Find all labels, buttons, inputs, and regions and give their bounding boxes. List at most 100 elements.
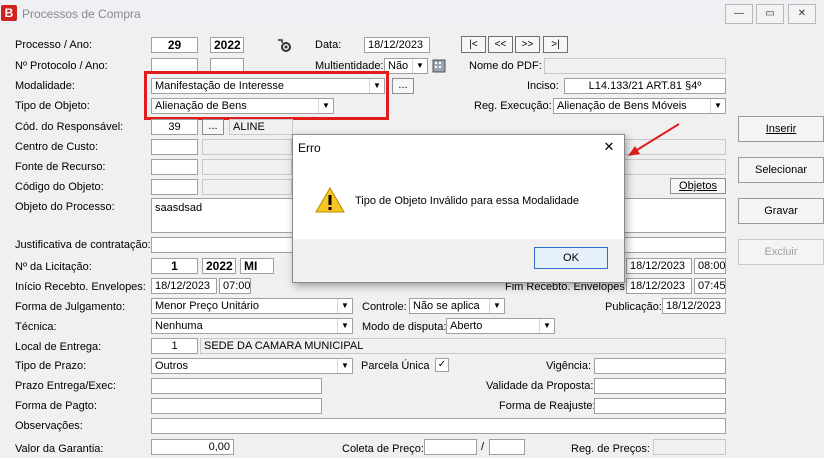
forma-reajuste-field[interactable]: [594, 398, 726, 414]
inserir-button[interactable]: Inserir: [738, 116, 824, 142]
maximize-button[interactable]: ▭: [756, 4, 784, 24]
controle-label: Controle:: [362, 301, 407, 313]
nome-pdf-field: [544, 58, 726, 74]
objeto-processo-label: Objeto do Processo:: [15, 201, 115, 213]
local-entrega-name-field: SEDE DA CAMARA MUNICIPAL: [200, 338, 726, 354]
prazo-entrega-label: Prazo Entrega/Exec:: [15, 380, 116, 392]
parcela-unica-checkbox[interactable]: ✓: [435, 358, 449, 372]
codigo-objeto-field[interactable]: [151, 179, 198, 195]
highlight-box: [144, 71, 389, 120]
chevron-down-icon: ▼: [710, 99, 725, 113]
inicio-receb-label: Início Recebto. Envelopes:: [15, 281, 146, 293]
coleta-preco-label: Coleta de Preço:: [342, 443, 424, 455]
data-label: Data:: [315, 39, 342, 51]
modalidade-label: Modalidade:: [15, 80, 75, 92]
chevron-down-icon: ▼: [539, 319, 554, 333]
processo-number-field[interactable]: 29: [151, 37, 198, 53]
dialog-title-bar: [293, 135, 624, 159]
first-record-button[interactable]: |<: [461, 36, 486, 53]
window-title: Processos de Compra: [22, 7, 141, 21]
chevron-down-icon: ▼: [337, 319, 352, 333]
centro-custo-label: Centro de Custo:: [15, 141, 99, 153]
inicio-receb-time-field[interactable]: 07:00: [219, 278, 251, 294]
inicio-receb-date-field[interactable]: 18/12/2023: [151, 278, 217, 294]
modo-disputa-label: Modo de disputa:: [362, 321, 447, 333]
processo-label: Processo / Ano:: [15, 39, 93, 51]
selecionar-button[interactable]: Selecionar: [738, 157, 824, 183]
modo-disputa-select[interactable]: Aberto ▼: [446, 318, 555, 334]
valor-garantia-field[interactable]: 0,00: [151, 439, 234, 455]
vigencia-field[interactable]: [594, 358, 726, 374]
coleta-preco-field-1[interactable]: [424, 439, 477, 455]
chevron-down-icon: ▼: [412, 59, 427, 73]
multientidade-select[interactable]: Não ▼: [384, 58, 428, 74]
forma-julgamento-label: Forma de Julgamento:: [15, 301, 126, 313]
nome-pdf-label: Nome do PDF:: [469, 60, 542, 72]
reg-precos-label: Reg. de Preços:: [571, 443, 650, 455]
valor-garantia-label: Valor da Garantia:: [15, 443, 104, 455]
error-dialog: Erro ✕ Tipo de Objeto Inválido para essa…: [292, 134, 625, 283]
validade-proposta-field[interactable]: [594, 378, 726, 394]
responsavel-more-button[interactable]: ...: [202, 119, 224, 135]
prazo-entrega-field[interactable]: [151, 378, 322, 394]
publicacao-field[interactable]: 18/12/2023: [662, 298, 726, 314]
processo-year-field[interactable]: 2022: [210, 37, 244, 53]
chevron-down-icon: ▼: [337, 359, 352, 373]
tecnica-label: Técnica:: [15, 321, 57, 333]
abertura-time-field[interactable]: 08:00: [694, 258, 726, 274]
abertura-date-field[interactable]: 18/12/2023: [626, 258, 692, 274]
publicacao-label: Publicação:: [605, 301, 662, 313]
observacoes-label: Observações:: [15, 420, 83, 432]
next-record-button[interactable]: >>: [515, 36, 540, 53]
modalidade-more-button[interactable]: ...: [392, 78, 414, 94]
chevron-down-icon: ▼: [489, 299, 504, 313]
app-logo-icon: B: [1, 5, 17, 21]
last-record-button[interactable]: >|: [543, 36, 568, 53]
cod-responsavel-label: Cód. do Responsável:: [15, 121, 124, 133]
controle-select[interactable]: Não se aplica ▼: [409, 298, 505, 314]
local-entrega-label: Local de Entrega:: [15, 341, 102, 353]
red-arrow-annotation: [624, 120, 684, 160]
process-gear-icon[interactable]: [276, 37, 292, 53]
reg-execucao-label: Reg. Execução:: [474, 100, 552, 112]
inciso-field[interactable]: L14.133/21 ART.81 §4º: [564, 78, 726, 94]
objetos-button[interactable]: Objetos: [670, 178, 726, 194]
observacoes-field[interactable]: [151, 418, 726, 434]
justificativa-label: Justificativa de contratação:: [15, 239, 151, 251]
tecnica-select[interactable]: Nenhuma ▼: [151, 318, 353, 334]
fonte-recurso-desc: [202, 159, 292, 175]
centro-custo-field[interactable]: [151, 139, 198, 155]
dialog-message: Tipo de Objeto Inválido para essa Modali…: [355, 195, 580, 207]
close-button[interactable]: ✕: [788, 4, 816, 24]
vigencia-label: Vigência:: [546, 360, 592, 372]
tipo-objeto-label: Tipo de Objeto:: [15, 100, 90, 112]
fim-receb-date-field[interactable]: 18/12/2023: [626, 278, 692, 294]
coleta-separator: /: [481, 441, 485, 453]
building-icon: [432, 57, 446, 73]
prev-record-button[interactable]: <<: [488, 36, 513, 53]
licitacao-number-field[interactable]: 1: [151, 258, 198, 274]
dialog-title: Erro: [298, 141, 321, 155]
ok-button[interactable]: OK: [534, 247, 608, 269]
dialog-close-button[interactable]: ✕: [599, 138, 619, 156]
validade-proposta-label: Validade da Proposta:: [486, 380, 594, 392]
fim-receb-time-field[interactable]: 07:45: [694, 278, 726, 294]
licitacao-year-field[interactable]: 2022: [202, 258, 236, 274]
tipo-prazo-label: Tipo de Prazo:: [15, 360, 87, 372]
fonte-recurso-label: Fonte de Recurso:: [15, 161, 106, 173]
gravar-button[interactable]: Gravar: [738, 198, 824, 224]
cod-responsavel-field[interactable]: 39: [151, 119, 198, 135]
reg-precos-field: [653, 439, 726, 455]
protocolo-label: Nº Protocolo / Ano:: [15, 60, 108, 72]
local-entrega-code-field[interactable]: 1: [151, 338, 198, 354]
licitacao-type-field: MI: [240, 258, 274, 274]
reg-execucao-select[interactable]: Alienação de Bens Móveis ▼: [553, 98, 726, 114]
excluir-button[interactable]: Excluir: [738, 239, 824, 265]
fonte-recurso-field[interactable]: [151, 159, 198, 175]
forma-julgamento-select[interactable]: Menor Preço Unitário ▼: [151, 298, 353, 314]
data-field[interactable]: 18/12/2023: [364, 37, 430, 53]
tipo-prazo-select[interactable]: Outros ▼: [151, 358, 353, 374]
coleta-preco-field-2[interactable]: [489, 439, 525, 455]
minimize-button[interactable]: —: [725, 4, 753, 24]
forma-pagto-field[interactable]: [151, 398, 322, 414]
